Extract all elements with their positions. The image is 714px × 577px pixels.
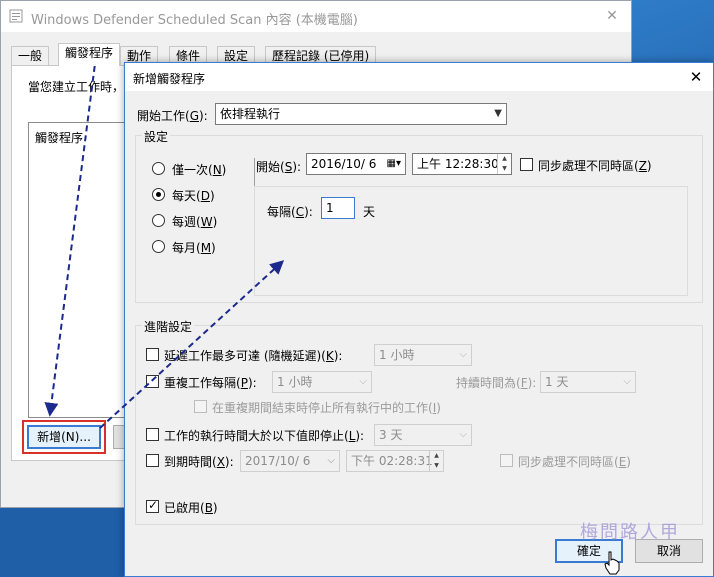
radio-weekly[interactable] [152, 214, 165, 227]
chevron-down-icon: ⌵ [623, 376, 631, 387]
window-title: Windows Defender Scheduled Scan 內容 (本機電腦… [31, 13, 358, 28]
delay-checkbox[interactable] [146, 348, 159, 361]
start-time-spinner[interactable]: 上午 12:28:30 ▲ ▼ [412, 153, 512, 175]
repeat-label: 重複工作每隔(P): [164, 376, 257, 390]
recur-input[interactable]: 1 [321, 197, 355, 219]
new-trigger-button[interactable]: 新增(N)... [27, 425, 101, 449]
repeat-checkbox[interactable] [146, 375, 159, 388]
chevron-down-icon: ⌵ [459, 349, 467, 360]
close-icon[interactable]: ✕ [685, 66, 707, 88]
list-column-header: 觸發程序 [35, 131, 84, 145]
calendar-icon[interactable]: ⌵ [327, 451, 335, 471]
enabled-label: 已啟用(B) [164, 501, 218, 515]
hand-cursor-icon [604, 551, 620, 575]
hint-text: 當您建立工作時， [28, 80, 125, 94]
start-date-picker[interactable]: 2016/10/ 6 ▦▾ [306, 153, 406, 175]
recur-label: 每隔(C): [267, 205, 313, 219]
start-task-label: 開始工作(G): [137, 109, 208, 123]
advanced-group: 進階設定 延遲工作最多可達 (隨機延遲)(K): 1 小時 ⌵ 重複工作每隔(P)… [135, 318, 703, 525]
tab-triggers[interactable]: 觸發程序 [58, 43, 121, 66]
chevron-down-icon: ▼ [494, 108, 502, 119]
expire-time-spinner[interactable]: 下午 02:28:31 ▲ ▼ [346, 450, 444, 472]
watermark: 梅問路人甲 [580, 522, 680, 543]
chevron-down-icon: ⌵ [359, 376, 367, 387]
settings-group: 設定 僅一次(N) 每天(D) 每週(W) 每月(M) 開始(S): 2016/… [135, 128, 703, 303]
duration-select[interactable]: 1 天 ⌵ [540, 371, 636, 393]
stop-longer-checkbox[interactable] [146, 428, 159, 441]
tab-general[interactable]: 一般 [11, 46, 50, 66]
radio-once-label: 僅一次(N) [172, 163, 227, 177]
sync-timezone-checkbox[interactable] [520, 158, 533, 171]
radio-monthly[interactable] [152, 240, 165, 253]
start-label: 開始(S): [256, 160, 302, 174]
stop-longer-label: 工作的執行時間大於以下值即停止(L): [164, 429, 365, 443]
expire-label: 到期時間(X): [164, 455, 234, 469]
advanced-group-label: 進階設定 [142, 318, 195, 335]
radio-daily[interactable] [152, 188, 165, 201]
checkmark-icon: ✓ [148, 498, 159, 512]
radio-daily-label: 每天(D) [172, 189, 215, 203]
radio-once[interactable] [152, 162, 165, 175]
enabled-checkbox[interactable]: ✓ [146, 498, 159, 513]
stop-longer-select[interactable]: 3 天 ⌵ [374, 424, 472, 446]
recur-unit: 天 [363, 205, 376, 219]
delay-select[interactable]: 1 小時 ⌵ [374, 344, 472, 366]
window-titlebar: Windows Defender Scheduled Scan 內容 (本機電腦… [1, 1, 631, 32]
recurrence-panel: 每隔(C): 1 天 [254, 186, 688, 296]
stop-all-checkbox[interactable] [194, 400, 207, 413]
expire-date-picker[interactable]: 2017/10/ 6 ⌵ [240, 450, 340, 472]
chevron-down-icon: ⌵ [459, 429, 467, 440]
task-icon [9, 9, 23, 23]
spinner-arrows-icon[interactable]: ▲ ▼ [429, 451, 443, 471]
radio-monthly-label: 每月(M) [172, 241, 216, 255]
sync-timezone-label: 同步處理不同時區(Z) [538, 159, 652, 173]
expire-sync-label: 同步處理不同時區(E) [518, 455, 631, 469]
dialog-titlebar: 新增觸發程序 ✕ [125, 63, 713, 91]
close-icon[interactable]: ✕ [601, 5, 623, 27]
expire-sync-checkbox[interactable] [500, 454, 513, 467]
stop-all-label: 在重複期間結束時停止所有執行中的工作(I) [212, 401, 441, 415]
dialog-title: 新增觸發程序 [133, 72, 206, 86]
duration-label: 持續時間為(F): [456, 376, 537, 390]
settings-group-label: 設定 [142, 128, 171, 145]
new-trigger-dialog: 新增觸發程序 ✕ 開始工作(G): 依排程執行 ▼ 設定 僅一次(N) 每天(D)… [124, 62, 714, 577]
spinner-arrows-icon[interactable]: ▲ ▼ [497, 154, 511, 174]
expire-checkbox[interactable] [146, 454, 159, 467]
delay-label: 延遲工作最多可達 (隨機延遲)(K): [164, 349, 343, 363]
repeat-select[interactable]: 1 小時 ⌵ [272, 371, 372, 393]
calendar-icon[interactable]: ▦▾ [387, 154, 401, 174]
trigger-list[interactable]: 觸發程序 [28, 122, 128, 418]
start-task-select[interactable]: 依排程執行 ▼ [215, 103, 507, 125]
radio-weekly-label: 每週(W) [172, 215, 218, 229]
